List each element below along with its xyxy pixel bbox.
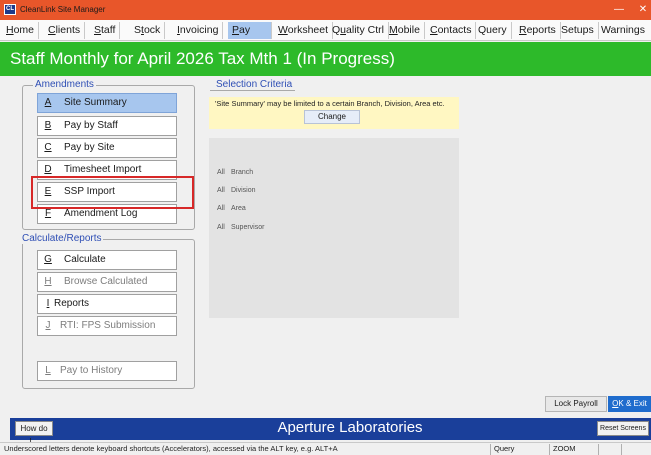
reset-screens-button[interactable]: Reset Screens — [597, 421, 649, 436]
menu-home[interactable]: Home — [2, 22, 40, 39]
menu-pay[interactable]: Pay — [228, 22, 272, 39]
calculate-button[interactable]: G Calculate — [37, 250, 177, 270]
selection-criteria-text: 'Site Summary' may be limited to a certa… — [215, 99, 445, 108]
filter-branch: All Branch — [217, 169, 254, 176]
menu-quality-ctrl[interactable]: Quality Ctrl — [328, 22, 389, 39]
menu-clients[interactable]: Clients — [44, 22, 86, 39]
menu-stock[interactable]: Stock — [130, 22, 166, 39]
calculate-reports-group-label: Calculate/Reports — [20, 233, 104, 244]
app-icon: CL — [4, 4, 16, 15]
ssp-import-highlight — [31, 176, 194, 209]
menu-worksheet[interactable]: Worksheet — [274, 22, 334, 39]
amendments-group-label: Amendments — [33, 79, 96, 90]
filter-division: All Division — [217, 187, 256, 194]
change-button[interactable]: Change — [304, 110, 360, 124]
amendments-pay-by-site-button[interactable]: C Pay by Site — [37, 138, 177, 158]
menu-warnings[interactable]: Warnings — [597, 22, 649, 39]
status-cell-empty-1 — [598, 444, 620, 455]
how-do-i-button[interactable]: How do I... — [15, 421, 53, 446]
status-zoom: ZOOM — [549, 444, 597, 455]
menu-mobile[interactable]: Mobile — [385, 22, 425, 39]
amendments-site-summary-button[interactable]: A Site Summary — [37, 93, 177, 113]
rti-fps-submission-button[interactable]: J RTI: FPS Submission — [37, 316, 177, 336]
window-title: CleanLink Site Manager — [20, 5, 106, 14]
menu-contacts[interactable]: Contacts — [426, 22, 477, 39]
filter-area: All Area — [217, 205, 246, 212]
menu-reports[interactable]: Reports — [515, 22, 561, 39]
company-name: Aperture Laboratories — [277, 419, 423, 436]
filter-supervisor: All Supervisor — [217, 224, 265, 231]
lock-payroll-button[interactable]: Lock Payroll — [545, 396, 607, 412]
menu-invoicing[interactable]: Invoicing — [173, 22, 224, 39]
selection-criteria-label: Selection Criteria — [214, 79, 295, 90]
pay-to-history-button[interactable]: L Pay to History — [37, 361, 177, 381]
menu-staff[interactable]: Staff — [90, 22, 121, 39]
status-cell-empty-2 — [621, 444, 649, 455]
close-button[interactable]: ✕ — [634, 2, 651, 18]
status-bar: Underscored letters denote keyboard shor… — [0, 442, 651, 455]
ok-exit-button[interactable]: OK & Exit — [608, 396, 651, 412]
page-banner: Staff Monthly for April 2026 Tax Mth 1 (… — [0, 42, 651, 76]
menu-bar: Home Clients Staff Stock Invoicing Pay W… — [0, 20, 651, 41]
minimize-button[interactable]: — — [608, 2, 630, 18]
menu-query[interactable]: Query — [474, 22, 512, 39]
reports-button[interactable]: I Reports — [37, 294, 177, 314]
selection-criteria-divider — [210, 90, 295, 91]
menu-setups[interactable]: Setups — [557, 22, 599, 39]
browse-calculated-button[interactable]: H Browse Calculated — [37, 272, 177, 292]
status-hint: Underscored letters denote keyboard shor… — [4, 444, 338, 453]
page-title: Staff Monthly for April 2026 Tax Mth 1 (… — [10, 49, 395, 68]
amendments-pay-by-staff-button[interactable]: B Pay by Staff — [37, 116, 177, 136]
status-mode: Query — [490, 444, 548, 455]
